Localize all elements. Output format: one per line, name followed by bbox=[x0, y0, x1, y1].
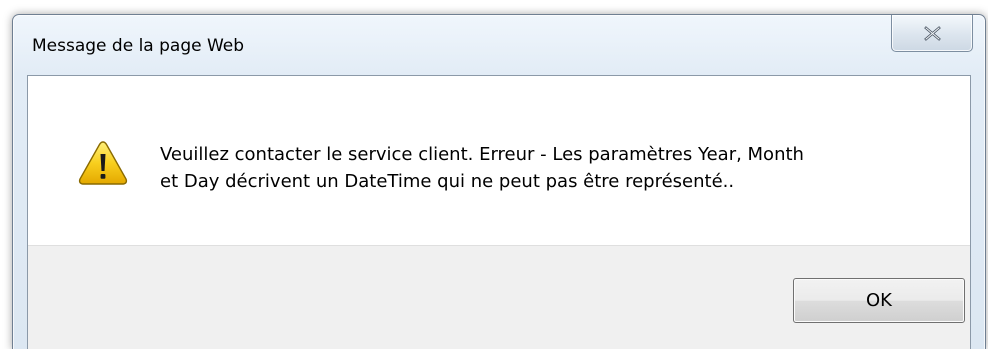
error-message: Veuillez contacter le service client. Er… bbox=[160, 141, 920, 195]
message-area: Veuillez contacter le service client. Er… bbox=[28, 76, 970, 245]
dialog-title: Message de la page Web bbox=[32, 36, 245, 56]
message-dialog: Message de la page Web Veuillez contacte… bbox=[12, 14, 986, 349]
dialog-client-area: Veuillez contacter le service client. Er… bbox=[27, 75, 971, 349]
ok-button[interactable]: OK bbox=[793, 278, 965, 323]
message-line: Veuillez contacter le service client. Er… bbox=[160, 144, 804, 165]
message-line: et Day décrivent un DateTime qui ne peut… bbox=[160, 171, 735, 192]
close-icon bbox=[924, 26, 941, 41]
warning-icon bbox=[78, 141, 128, 185]
screen: Message de la page Web Veuillez contacte… bbox=[0, 0, 988, 349]
close-button[interactable] bbox=[891, 15, 973, 52]
title-bar[interactable]: Message de la page Web bbox=[13, 15, 985, 75]
button-bar: OK bbox=[28, 245, 970, 349]
